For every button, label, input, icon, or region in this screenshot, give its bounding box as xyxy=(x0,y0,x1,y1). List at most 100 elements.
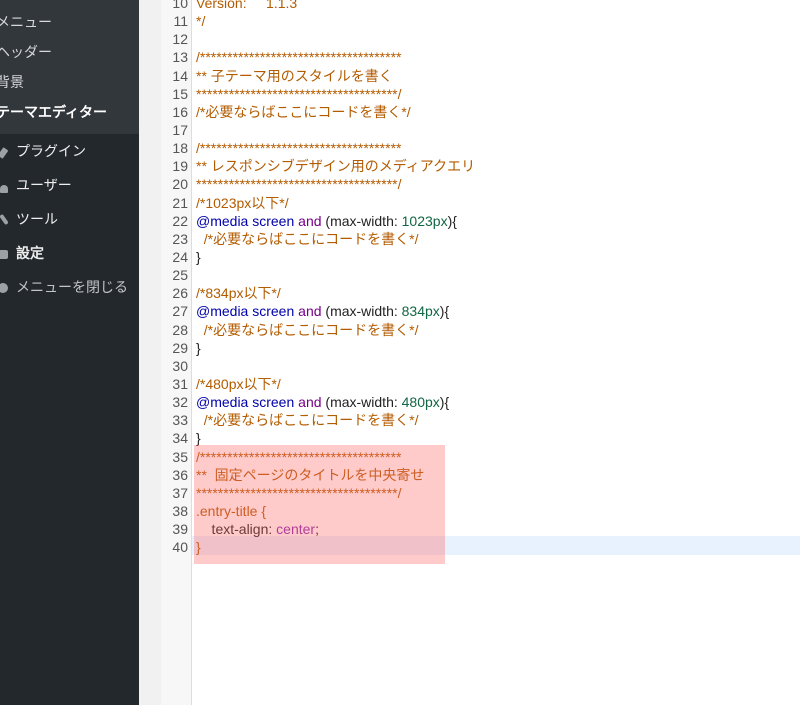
code-line[interactable]: 18 /************************************* xyxy=(161,139,800,157)
sidebar-item-plugins[interactable]: プラグイン xyxy=(0,137,139,167)
code-line[interactable]: 31 /*480px以下*/ xyxy=(161,375,800,393)
code-text: /*480px以下*/ xyxy=(196,375,281,393)
code-token: /*480px以下*/ xyxy=(196,376,281,392)
code-token: @media xyxy=(196,394,249,410)
line-number: 32 xyxy=(172,394,188,410)
code-line[interactable]: 19 ** レスポンシブデザイン用のメディアクエリ xyxy=(161,157,800,175)
line-number: 34 xyxy=(172,430,188,446)
admin-sidebar: メニュー ヘッダー 背景 テーマエディター プラグイン ユーザー ツール 設定 … xyxy=(0,0,139,705)
code-line[interactable]: 11 */ xyxy=(161,12,800,30)
code-line[interactable]: 13 /************************************* xyxy=(161,48,800,66)
line-number: 22 xyxy=(172,213,188,229)
line-number: 21 xyxy=(172,195,188,211)
code-line[interactable]: 10 Version: 1.1.3 xyxy=(161,0,800,12)
line-number: 15 xyxy=(172,86,188,102)
code-token: /*必要ならばここにコードを書く*/ xyxy=(196,104,411,120)
submenu-item-header[interactable]: ヘッダー xyxy=(0,43,52,63)
line-number: 29 xyxy=(172,340,188,356)
sidebar-item-users[interactable]: ユーザー xyxy=(0,171,139,201)
code-text: ** 子テーマ用のスタイルを書く xyxy=(196,67,393,85)
line-number: 38 xyxy=(172,503,188,519)
line-number: 25 xyxy=(172,267,188,283)
code-token: } xyxy=(196,430,201,446)
code-text: /************************************* xyxy=(196,48,401,66)
code-token: } xyxy=(196,249,201,265)
code-line[interactable]: 21 /*1023px以下*/ xyxy=(161,194,800,212)
code-line[interactable]: 22 @media screen and (max-width: 1023px){ xyxy=(161,212,800,230)
sidebar-item-label: 設定 xyxy=(16,246,44,262)
code-text: } xyxy=(196,248,201,266)
code-token: /*834px以下*/ xyxy=(196,285,281,301)
submenu-item-menus[interactable]: メニュー xyxy=(0,13,52,33)
code-text: /*1023px以下*/ xyxy=(196,194,289,212)
code-line[interactable]: 14 ** 子テーマ用のスタイルを書く xyxy=(161,67,800,85)
line-number: 11 xyxy=(173,13,188,29)
line-number: 19 xyxy=(172,158,188,174)
code-token: (max-width: xyxy=(321,213,402,229)
code-text: @media screen and (max-width: 834px){ xyxy=(196,302,449,320)
code-line[interactable]: 24} xyxy=(161,248,800,266)
line-number: 16 xyxy=(172,104,188,120)
code-text: /*必要ならばここにコードを書く*/ xyxy=(196,411,419,429)
sidebar-item-label: ユーザー xyxy=(16,178,72,194)
line-number: 28 xyxy=(172,322,188,338)
code-token: and xyxy=(298,394,322,410)
code-token: ){ xyxy=(439,303,450,319)
code-line[interactable]: 30 xyxy=(161,357,800,375)
code-text: /*834px以下*/ xyxy=(196,284,281,302)
code-line[interactable]: 16 /*必要ならばここにコードを書く*/ xyxy=(161,103,800,121)
line-number: 26 xyxy=(172,285,188,301)
line-number: 35 xyxy=(172,449,188,465)
code-line[interactable]: 26 /*834px以下*/ xyxy=(161,284,800,302)
code-text: /************************************* xyxy=(196,139,401,157)
code-line[interactable]: 28 /*必要ならばここにコードを書く*/ xyxy=(161,321,800,339)
code-token: Version: 1.1.3 xyxy=(196,0,298,11)
code-token: 1023px xyxy=(401,213,448,229)
code-token: /*1023px以下*/ xyxy=(196,195,289,211)
code-token: 834px xyxy=(401,303,440,319)
code-line[interactable]: 25 xyxy=(161,266,800,284)
line-number: 39 xyxy=(172,521,188,537)
code-text: /*必要ならばここにコードを書く*/ xyxy=(196,230,419,248)
code-token: ){ xyxy=(447,213,457,229)
code-line[interactable]: 29} xyxy=(161,339,800,357)
code-line[interactable]: 23 /*必要ならばここにコードを書く*/ xyxy=(161,230,800,248)
code-token: /*必要ならばここにコードを書く*/ xyxy=(196,231,419,247)
code-line[interactable]: 27 @media screen and (max-width: 834px){ xyxy=(161,302,800,320)
code-token: *************************************/ xyxy=(196,176,402,192)
code-line[interactable]: 15 *************************************/ xyxy=(161,85,800,103)
code-token: 480px xyxy=(401,394,440,410)
code-text: */ xyxy=(196,12,205,30)
code-line[interactable]: 33 /*必要ならばここにコードを書く*/ xyxy=(161,411,800,429)
code-token: ){ xyxy=(439,394,450,410)
line-number: 27 xyxy=(172,303,188,319)
code-token: and xyxy=(298,213,322,229)
collapse-icon xyxy=(0,283,8,293)
line-number: 36 xyxy=(172,467,188,483)
code-token: } xyxy=(196,340,201,356)
code-token: screen xyxy=(252,303,295,319)
submenu-item-theme-editor[interactable]: テーマエディター xyxy=(0,103,107,123)
code-line[interactable]: 12 xyxy=(161,30,800,48)
code-token: screen xyxy=(252,394,295,410)
line-number: 23 xyxy=(172,231,188,247)
line-number: 18 xyxy=(172,140,188,156)
line-number: 20 xyxy=(172,176,188,192)
collapse-menu-button[interactable]: メニューを閉じる xyxy=(0,273,139,303)
line-number: 14 xyxy=(172,68,188,84)
code-token: and xyxy=(298,303,322,319)
code-line[interactable]: 32 @media screen and (max-width: 480px){ xyxy=(161,393,800,411)
code-token: ** レスポンシブデザイン用のメディアクエリ xyxy=(196,158,476,174)
line-number: 31 xyxy=(172,376,188,392)
code-line[interactable]: 20 *************************************/ xyxy=(161,175,800,193)
sidebar-item-tools[interactable]: ツール xyxy=(0,205,139,235)
annotation-highlight-box xyxy=(194,445,445,564)
line-number: 24 xyxy=(172,249,188,265)
line-number: 33 xyxy=(172,412,188,428)
code-text: *************************************/ xyxy=(196,85,401,103)
code-token: /*必要ならばここにコードを書く*/ xyxy=(196,322,419,338)
sidebar-item-settings[interactable]: 設定 xyxy=(0,239,139,269)
editor-frame xyxy=(139,0,161,705)
code-line[interactable]: 17 xyxy=(161,121,800,139)
submenu-item-background[interactable]: 背景 xyxy=(0,73,24,93)
